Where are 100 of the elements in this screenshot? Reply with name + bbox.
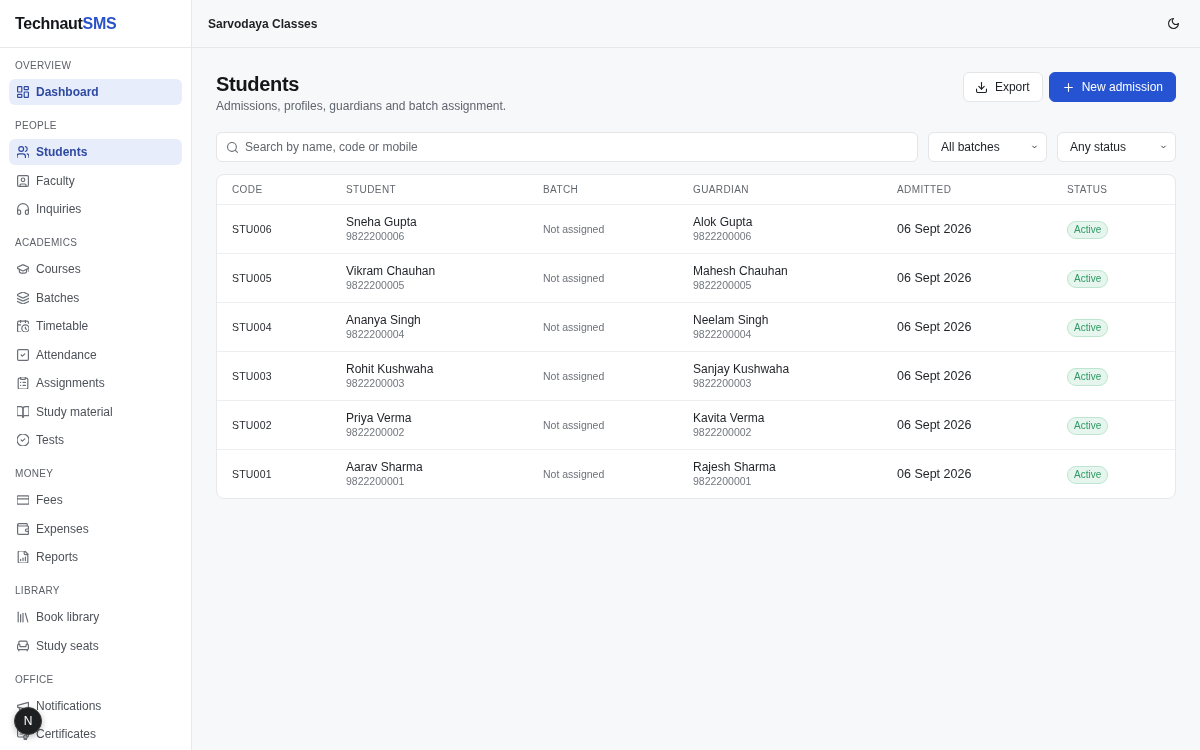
status-badge: Active [1067,319,1109,337]
guardian-mobile: 9822200001 [693,475,752,488]
nav-item[interactable]: Inquiries [9,196,182,222]
student-code: STU003 [232,370,272,382]
nav-section-heading: MONEY [14,467,54,481]
nav-section-heading: OFFICE [14,672,54,687]
nav-item[interactable]: Students [9,139,182,165]
student-mobile: 9822200002 [346,426,405,439]
nav-item[interactable]: Faculty [9,167,182,194]
admission-date: 06 Sept 2026 [897,369,972,383]
layers-icon [17,291,29,304]
plus-icon [1062,81,1074,93]
guardian-mobile: 9822200005 [693,279,752,292]
guardian-name: Alok Gupta [693,215,753,230]
headset-icon [17,203,29,215]
nav-item[interactable]: Batches [9,284,182,311]
nav-item[interactable]: Courses [9,256,182,282]
student-name: Sneha Gupta [346,215,417,230]
column-header: CODE [232,184,263,195]
theme-toggle-button[interactable] [1165,15,1182,32]
admission-date: 06 Sept 2026 [897,222,972,236]
guardian-name: Rajesh Sharma [693,460,776,475]
nav-item[interactable]: Reports [9,544,182,570]
nav-item[interactable]: Book library [9,604,182,630]
student-name: Vikram Chauhan [346,264,436,279]
nav-section-heading: LIBRARY [14,584,60,598]
guardian-mobile: 9822200002 [693,426,752,439]
column-header: STATUS [1067,184,1108,195]
export-button[interactable]: Export [962,72,1043,102]
student-name: Aarav Sharma [346,460,423,475]
student-name: Ananya Singh [346,313,421,328]
search-icon [227,141,238,153]
nav-item[interactable]: Attendance [9,341,182,368]
status-badge: Active [1067,221,1109,239]
nav-item[interactable]: Assignments [9,370,182,396]
clipboard-icon [17,377,29,389]
status-filter[interactable]: Any status [1057,132,1176,162]
nav-section-heading: PEOPLE [14,119,57,133]
admission-date: 06 Sept 2026 [897,271,972,285]
batch-name: Not assigned [543,272,605,284]
batch-name: Not assigned [543,419,605,431]
student-code: STU004 [232,321,272,333]
student-mobile: 9822200005 [346,279,405,292]
guardian-name: Sanjay Kushwaha [693,362,790,377]
student-code: STU006 [232,223,272,235]
brand-logo[interactable]: TechnautSMS [15,14,117,33]
status-badge: Active [1067,368,1109,386]
student-code: STU005 [232,272,272,284]
guardian-mobile: 9822200006 [693,230,752,243]
calendar-clock-icon [17,320,29,332]
column-header: STUDENT [346,184,397,195]
status-badge: Active [1067,466,1109,484]
guardian-name: Kavita Verma [693,411,765,426]
nav-section-heading: OVERVIEW [14,59,72,73]
student-name: Priya Verma [346,411,412,426]
student-name: Rohit Kushwaha [346,362,434,377]
student-mobile: 9822200003 [346,377,405,390]
chevron-down-icon [1159,144,1168,150]
admission-date: 06 Sept 2026 [897,418,972,432]
moon-icon [1168,18,1179,29]
guardian-mobile: 9822200004 [693,328,752,341]
nav-item[interactable]: Fees [9,487,182,513]
new-admission-button[interactable]: New admission [1048,72,1176,102]
admission-date: 06 Sept 2026 [897,320,972,334]
wallet-icon [17,522,29,535]
contact-card-icon [17,174,29,187]
nav-item[interactable]: Study seats [9,632,182,659]
seat-icon [17,639,29,652]
chevron-down-icon [1030,144,1039,150]
status-badge: Active [1067,270,1109,288]
graduation-cap-icon [17,263,29,275]
nav-item[interactable]: Tests [9,427,182,453]
nav-item[interactable]: Dashboard [9,79,182,105]
student-mobile: 9822200006 [346,230,405,243]
column-header: GUARDIAN [693,184,749,195]
page-subtitle: Admissions, profiles, guardians and batch assignment. [216,99,507,113]
guardian-mobile: 9822200003 [693,377,752,390]
book-icon [17,405,29,418]
student-mobile: 9822200001 [346,475,405,488]
column-header: ADMITTED [897,184,952,195]
student-mobile: 9822200004 [346,328,405,341]
nav-item[interactable]: Timetable [9,313,182,339]
student-code: STU001 [232,468,272,480]
guardian-name: Neelam Singh [693,313,769,328]
nav-item[interactable]: Expenses [9,515,182,542]
batch-name: Not assigned [543,223,605,235]
checkbox-icon [17,348,29,361]
report-file-icon [17,551,29,563]
guardian-name: Mahesh Chauhan [693,264,788,279]
nav-item[interactable]: Study material [9,398,182,425]
student-code: STU002 [232,419,272,431]
column-header: BATCH [543,184,579,195]
credit-card-icon [17,494,29,506]
dashboard-grid-icon [17,86,29,98]
batch-filter[interactable]: All batches [928,132,1047,162]
download-icon [975,81,987,93]
admission-date: 06 Sept 2026 [897,467,972,481]
users-icon [17,146,29,158]
status-badge: Active [1067,417,1109,435]
search-field[interactable]: Search by name, code or mobile [216,132,918,162]
